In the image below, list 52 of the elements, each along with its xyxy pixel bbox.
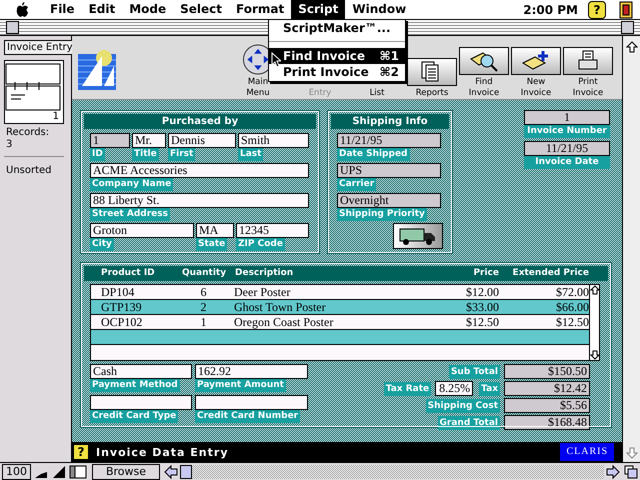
- table-cell-text: OCP102: [100, 315, 144, 329]
- panel-header: Shipping Info: [331, 114, 449, 129]
- field-label: Sub Total: [448, 364, 500, 378]
- field-label: City: [90, 238, 114, 251]
- field-label: ZIP Code: [236, 238, 285, 251]
- field-label: Company Name: [90, 178, 174, 191]
- records-label: Records:: [6, 127, 50, 139]
- table-cell-text: 6: [200, 285, 208, 299]
- field-label: Credit Card Number: [195, 410, 300, 423]
- company-logo: CLARIS: [560, 443, 614, 461]
- table-cell-text: 1: [200, 315, 208, 329]
- field-label: Shipping Priority: [337, 208, 427, 221]
- field-label: Shipping Cost: [426, 398, 500, 412]
- field-label: ID: [90, 148, 105, 161]
- table-cell-text: 2: [200, 300, 208, 314]
- records-count: 3: [6, 139, 12, 151]
- table-cell-text: $12.50: [555, 315, 589, 329]
- panel-header: Purchased by: [84, 114, 316, 129]
- layout-title: Invoice Data Entry: [96, 446, 228, 458]
- table-cell-text: $33.00: [465, 300, 499, 314]
- field-label: Payment Amount: [195, 379, 286, 392]
- clock: 2:00 PM: [523, 2, 578, 16]
- column-header: Extended Price: [512, 267, 589, 280]
- table-cell-text: GTP139: [100, 300, 143, 314]
- field-label: Credit Card Type: [90, 410, 178, 423]
- field-label: Title: [132, 148, 159, 161]
- field-label: Date Shipped: [337, 148, 410, 161]
- field-label: Carrier: [337, 178, 376, 191]
- table-cell-text: $12.50: [465, 315, 499, 329]
- table-cell-text: $66.00: [555, 300, 589, 314]
- field-label: Invoice Number: [524, 125, 610, 138]
- table-cell-text: $12.00: [465, 285, 499, 299]
- column-header: Description: [234, 267, 294, 280]
- field-label: Tax Rate: [384, 382, 432, 396]
- column-header: Product ID: [100, 267, 156, 280]
- field-label: Street Address: [90, 208, 170, 221]
- field-label: State: [196, 238, 228, 251]
- field-label: Tax: [479, 382, 500, 396]
- column-header: Quantity: [181, 267, 228, 280]
- field-label: Payment Method: [90, 379, 180, 392]
- table-cell-text: Deer Poster: [233, 285, 292, 299]
- sort-status: Unsorted: [6, 165, 52, 177]
- field-label: First: [168, 148, 196, 161]
- field-label: Invoice Date: [524, 156, 610, 169]
- table-cell-text: Ghost Town Poster: [233, 300, 327, 314]
- column-header: Price: [472, 267, 499, 280]
- field-label: Grand Total: [438, 416, 500, 430]
- table-cell-text: DP104: [100, 285, 136, 299]
- field-label: Last: [238, 148, 264, 161]
- table-cell-text: $72.00: [555, 285, 589, 299]
- record-number: 1: [52, 111, 59, 122]
- table-cell-text: Oregon Coast Poster: [233, 315, 334, 329]
